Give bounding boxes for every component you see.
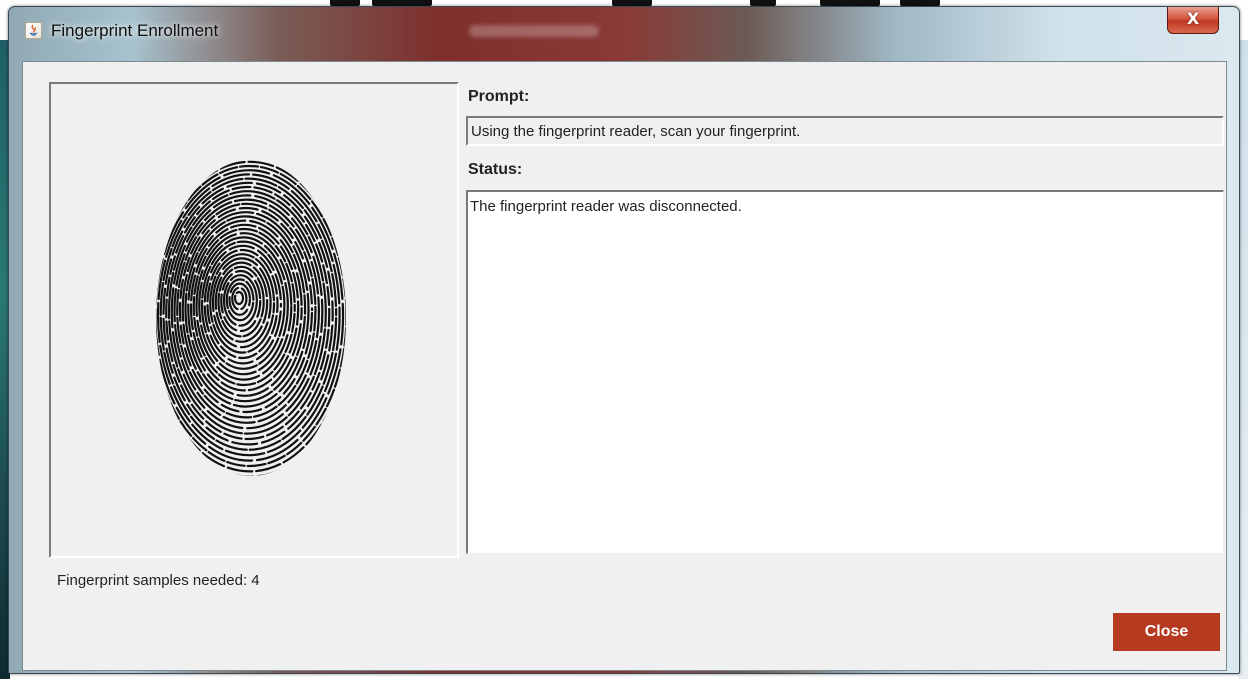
- close-icon: X: [1186, 9, 1200, 28]
- title-bar[interactable]: Fingerprint Enrollment X: [9, 7, 1239, 53]
- window-title: Fingerprint Enrollment: [51, 21, 219, 40]
- window-close-button[interactable]: X: [1167, 7, 1219, 34]
- prompt-field: Using the fingerprint reader, scan your …: [466, 116, 1224, 146]
- titlebar-glow: [469, 25, 599, 37]
- fingerprint-image-panel: [49, 82, 459, 558]
- java-app-icon: [25, 22, 42, 39]
- fingerprint-enrollment-window: Fingerprint Enrollment X Prompt: Using t…: [8, 6, 1240, 674]
- prompt-label: Prompt:: [468, 88, 530, 105]
- status-label: Status:: [468, 161, 523, 178]
- samples-needed-text: Fingerprint samples needed: 4: [57, 572, 260, 589]
- dialog-content: Prompt: Using the fingerprint reader, sc…: [22, 61, 1227, 671]
- status-text-area[interactable]: The fingerprint reader was disconnected.: [466, 190, 1224, 554]
- close-button[interactable]: Close: [1113, 613, 1220, 651]
- fingerprint-image: [156, 160, 346, 476]
